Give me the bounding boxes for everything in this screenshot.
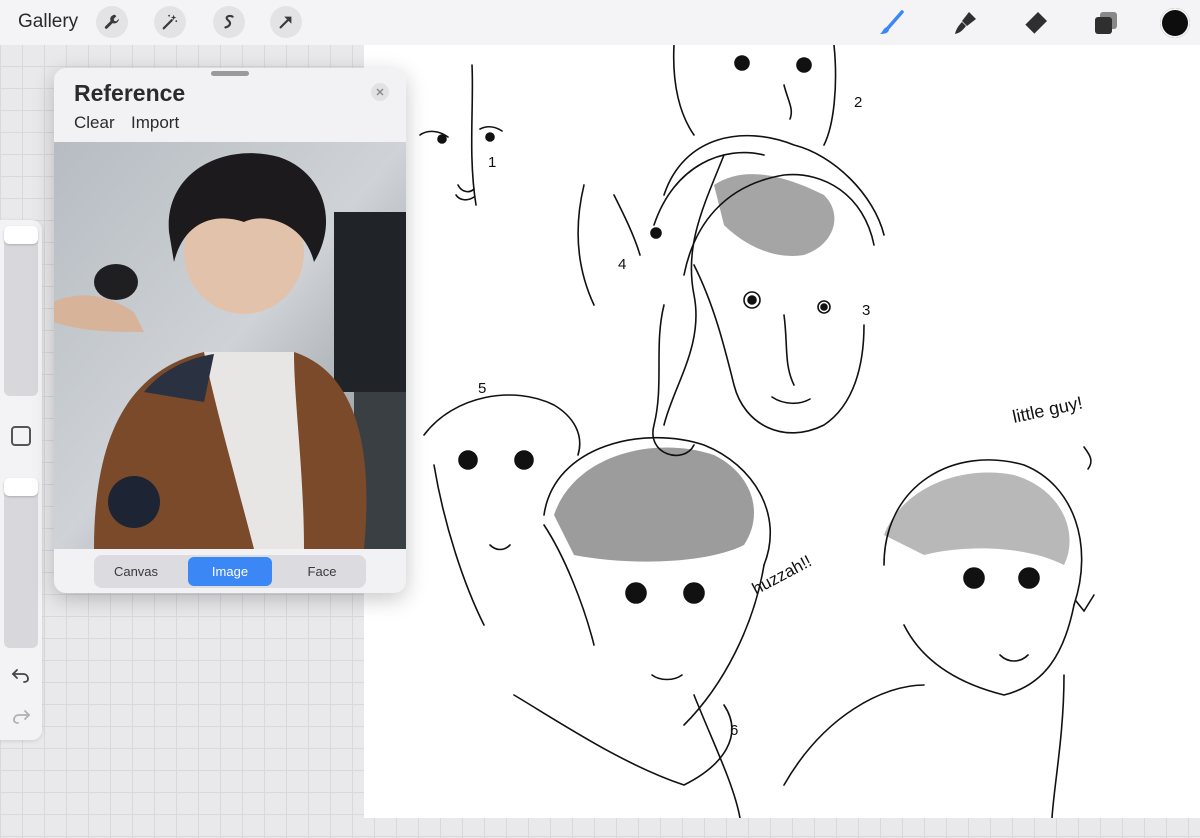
reference-image (54, 142, 406, 549)
modify-button[interactable] (11, 426, 31, 446)
sketch-drawings: 1 2 3 4 5 6 little guy! huzzah!! (419, 45, 1095, 818)
annotation-6: 6 (730, 722, 738, 739)
magic-wand-icon[interactable] (154, 6, 186, 38)
smudge-icon[interactable] (950, 8, 980, 38)
annotation-1: 1 (488, 154, 496, 171)
gallery-button[interactable]: Gallery (18, 11, 78, 33)
brush-size-slider[interactable] (4, 228, 38, 396)
reference-title: Reference (74, 80, 186, 106)
redo-icon[interactable] (9, 704, 33, 728)
clear-button[interactable]: Clear (74, 113, 115, 133)
close-icon[interactable] (371, 83, 389, 101)
import-button[interactable]: Import (131, 113, 179, 133)
layers-icon[interactable] (1091, 8, 1121, 38)
annotation-5: 5 (478, 380, 486, 397)
drawing-canvas[interactable]: 1 2 3 4 5 6 little guy! huzzah!! (364, 45, 1200, 818)
tab-canvas[interactable]: Canvas (94, 557, 178, 586)
undo-icon[interactable] (9, 663, 33, 687)
opacity-slider[interactable] (4, 478, 38, 648)
little-guy-label: little guy! (1011, 393, 1085, 427)
arrow-icon[interactable] (270, 6, 302, 38)
annotation-4: 4 (618, 256, 626, 273)
left-sidebar (0, 220, 42, 740)
reference-mode-selector: Canvas Image Face (94, 555, 366, 588)
panel-grabber[interactable] (211, 71, 249, 76)
reference-panel: Reference Clear Import Canvas Image Face (54, 68, 406, 593)
top-toolbar: Gallery (0, 0, 1200, 45)
brush-icon[interactable] (876, 8, 906, 38)
brush-size-thumb[interactable] (4, 226, 38, 244)
opacity-thumb[interactable] (4, 478, 38, 496)
tab-image[interactable]: Image (188, 557, 272, 586)
wrench-icon[interactable] (96, 6, 128, 38)
tab-face[interactable]: Face (280, 557, 364, 586)
selection-icon[interactable] (213, 6, 245, 38)
annotation-2: 2 (854, 94, 862, 111)
eraser-icon[interactable] (1020, 8, 1050, 38)
annotation-3: 3 (862, 302, 870, 319)
huzzah-label: huzzah!! (749, 552, 815, 599)
color-picker-button[interactable] (1160, 8, 1190, 38)
